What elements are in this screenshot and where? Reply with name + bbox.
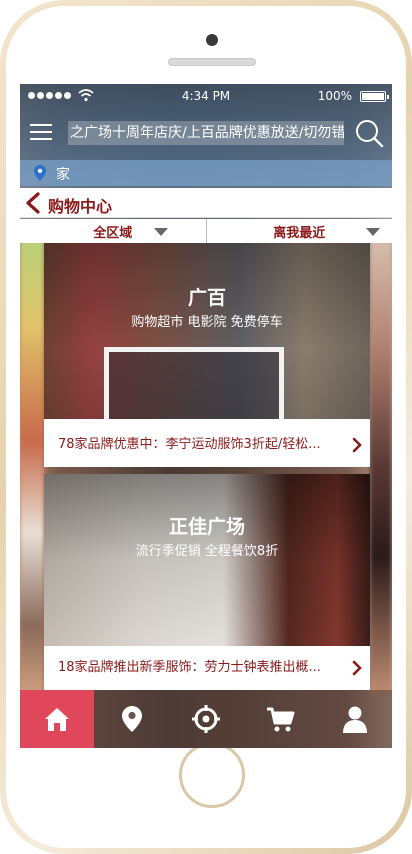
dropdown-arrow-icon (153, 228, 168, 236)
tab-cart[interactable] (243, 690, 317, 748)
dropdown-arrow-icon (366, 228, 380, 236)
carousel-peek-left (20, 234, 44, 694)
status-bar: 4:34 PM 100% (20, 84, 392, 108)
filter-sort-dropdown[interactable]: 离我最近 (205, 219, 393, 243)
back-chevron-icon[interactable] (24, 192, 42, 214)
chevron-right-icon (352, 437, 362, 453)
mall-photo (44, 474, 370, 646)
search-marquee[interactable]: 之广场十周年店庆/上百品牌优惠放送/切勿错过 (68, 121, 344, 145)
front-camera (206, 34, 218, 46)
mall-name: 广百 (187, 287, 226, 309)
mall-name: 正佳广场 (168, 516, 245, 538)
filter-bar: 全区域 离我最近 (20, 219, 392, 243)
crosshair-icon (192, 705, 221, 733)
search-icon[interactable] (354, 118, 384, 148)
hardware-home-button[interactable] (179, 742, 245, 808)
filter-sort-label: 离我最近 (273, 225, 326, 241)
top-nav-bar: 之广场十周年店庆/上百品牌优惠放送/切勿错过 (20, 110, 392, 158)
hamburger-menu-icon[interactable] (30, 124, 52, 142)
tab-home[interactable] (20, 690, 95, 748)
mall-card[interactable]: 广百 购物超市 电影院 免费停车 78家品牌优惠中：李宁运动服饰3折起/轻松..… (44, 243, 370, 467)
bottom-tab-bar (20, 690, 392, 748)
app-screen: 4:34 PM 100% 之广场十周年店庆/上百品牌优惠放送/切勿错过 家 购物… (20, 84, 392, 748)
home-icon (45, 708, 70, 731)
earpiece-speaker (168, 58, 256, 66)
mall-promo-text: 78家品牌优惠中：李宁运动服饰3折起/轻松... (58, 437, 321, 452)
current-location: 家 (56, 167, 70, 183)
mall-card[interactable]: 正佳广场 流行季促销 全程餐饮8折 18家品牌推出新季服饰：劳力士钟表推出概..… (44, 474, 370, 690)
carousel-peek-right (370, 234, 392, 694)
tab-nearby[interactable] (94, 690, 168, 748)
mall-photo (44, 243, 370, 419)
cart-icon (267, 707, 295, 732)
location-pin-icon (34, 165, 46, 181)
filter-region-label: 全区域 (93, 225, 133, 241)
mall-promo-link[interactable]: 78家品牌优惠中：李宁运动服饰3折起/轻松... (44, 423, 370, 467)
page-title: 购物中心 (48, 197, 113, 216)
page-title-bar: 购物中心 (20, 188, 392, 218)
storefront-graphic (104, 347, 284, 419)
tab-profile[interactable] (318, 690, 392, 748)
chevron-right-icon (352, 660, 362, 676)
filter-region-dropdown[interactable]: 全区域 (20, 219, 206, 243)
mall-features: 流行季促销 全程餐饮8折 (135, 544, 279, 559)
mall-promo-link[interactable]: 18家品牌推出新季服饰：劳力士钟表推出概... (44, 646, 370, 690)
phone-frame: 4:34 PM 100% 之广场十周年店庆/上百品牌优惠放送/切勿错过 家 购物… (0, 0, 412, 854)
battery-icon (360, 91, 389, 102)
location-pin-icon (121, 706, 142, 732)
mall-promo-text: 18家品牌推出新季服饰：劳力士钟表推出概... (58, 660, 321, 675)
battery-percentage: 100% (317, 89, 352, 103)
mall-features: 购物超市 电影院 免费停车 (131, 315, 283, 330)
location-bar[interactable]: 家 (20, 160, 392, 186)
tab-discover[interactable] (169, 690, 243, 748)
user-icon (342, 706, 367, 733)
